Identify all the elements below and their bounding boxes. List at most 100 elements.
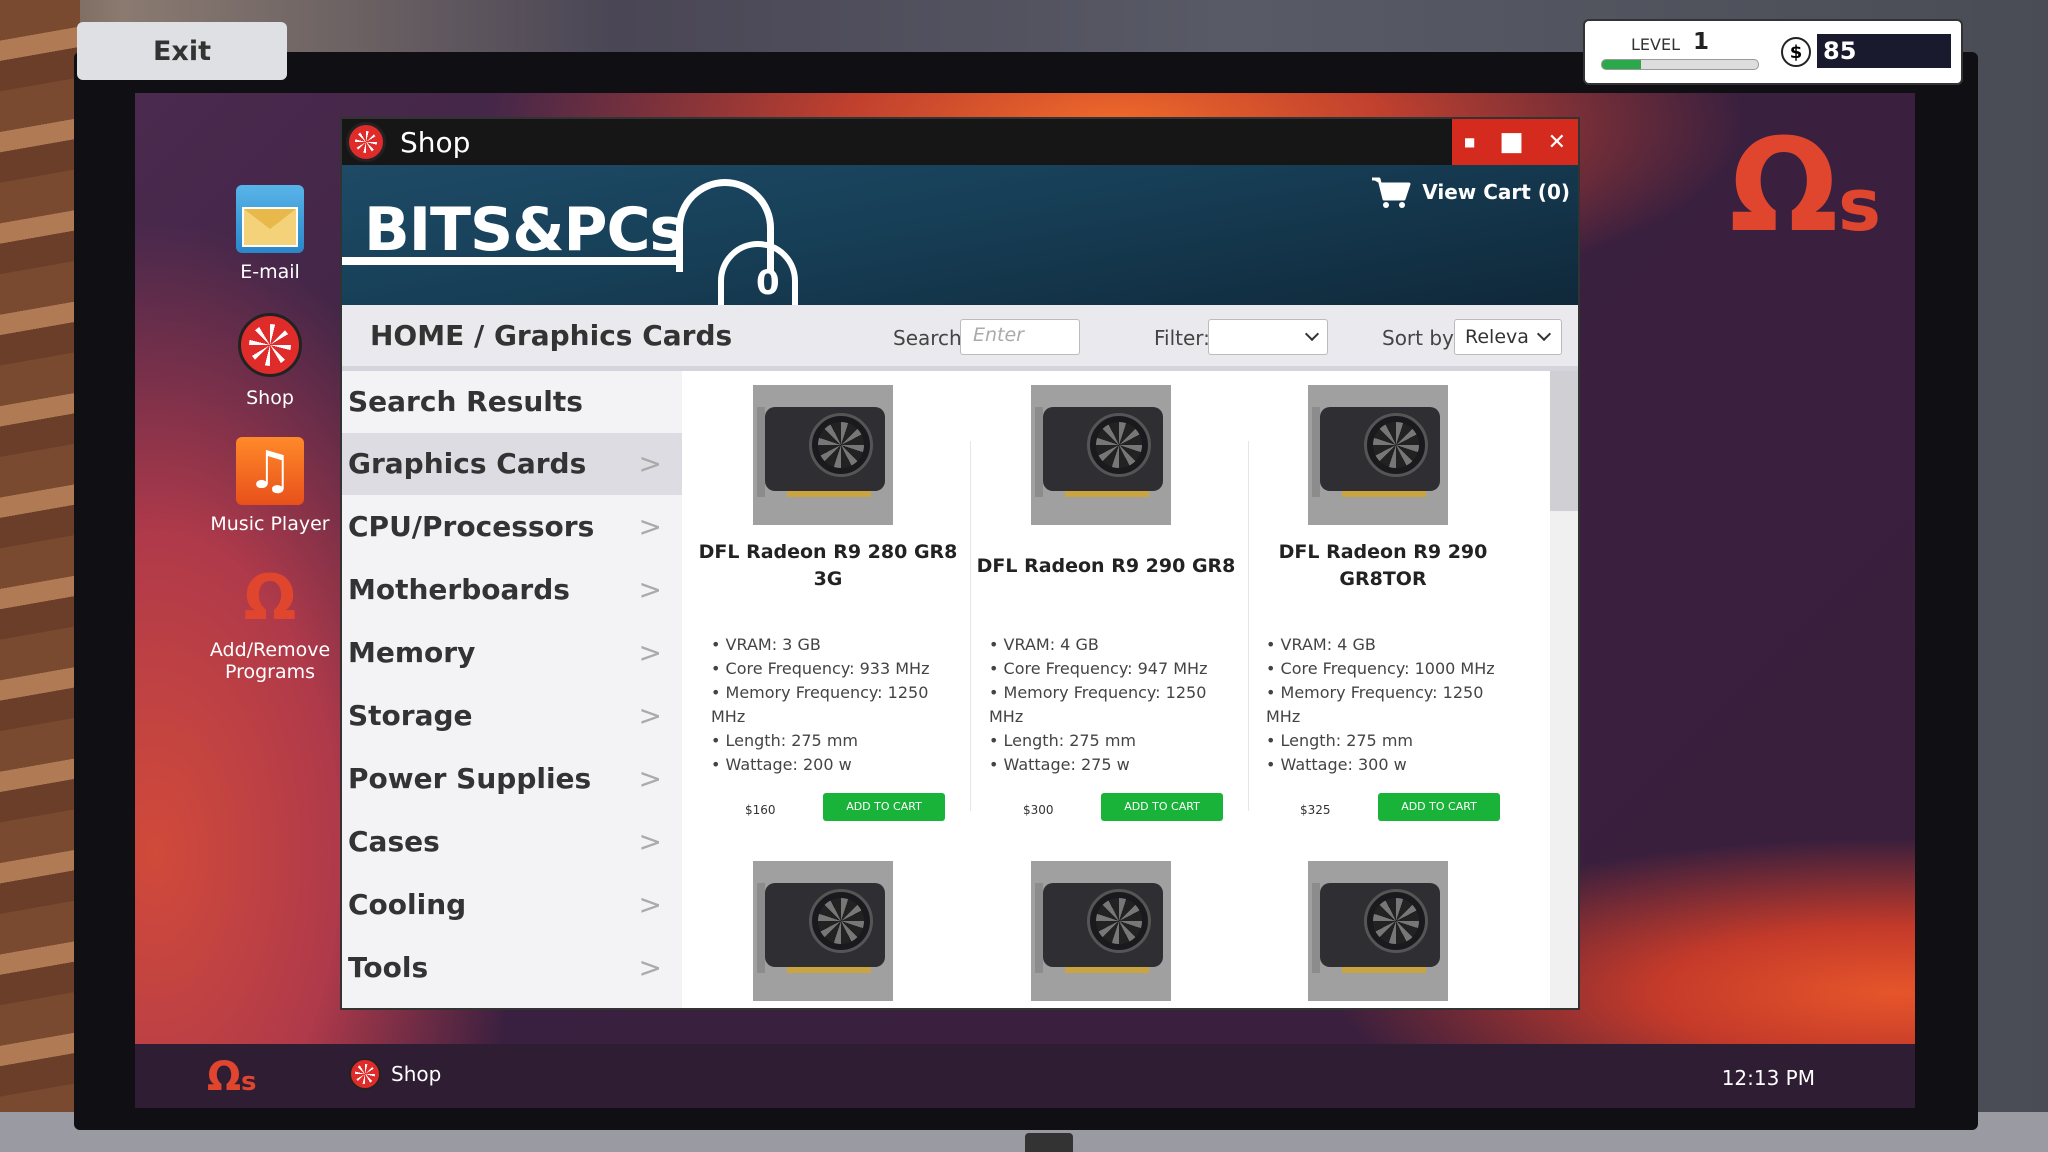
search-input[interactable]: Enter bbox=[960, 319, 1080, 355]
filter-dropdown[interactable] bbox=[1208, 319, 1328, 355]
product-card: DFL Radeon R9 280 GR8 3G VRAM: 3 GB Core… bbox=[697, 371, 971, 831]
chevron-right-icon: > bbox=[638, 636, 662, 669]
view-cart-button[interactable]: View Cart (0) bbox=[1370, 175, 1570, 209]
sidebar-item-label: Graphics Cards bbox=[348, 447, 587, 480]
sidebar-item-graphics-cards[interactable]: Graphics Cards > bbox=[342, 433, 682, 495]
omega-icon: Ω bbox=[243, 560, 297, 634]
spec-item: Memory Frequency: 1250 MHz bbox=[989, 681, 1237, 729]
exit-button[interactable]: Exit bbox=[77, 22, 287, 80]
spec-item: VRAM: 3 GB bbox=[711, 633, 959, 657]
maximize-button[interactable]: ■ bbox=[1499, 127, 1524, 157]
chevron-right-icon: > bbox=[638, 699, 662, 732]
sidebar-item-label: Storage bbox=[348, 699, 473, 732]
category-sidebar: Search Results Graphics Cards > CPU/Proce… bbox=[342, 371, 682, 1008]
product-grid: DFL Radeon R9 280 GR8 3G VRAM: 3 GB Core… bbox=[697, 371, 1542, 1008]
spec-item: Length: 275 mm bbox=[711, 729, 959, 753]
add-to-cart-button[interactable]: ADD TO CART bbox=[1101, 793, 1223, 821]
spec-item: Core Frequency: 947 MHz bbox=[989, 657, 1237, 681]
taskbar-app-shop[interactable]: Shop bbox=[349, 1058, 441, 1090]
sidebar-item-tools[interactable]: Tools > bbox=[342, 937, 682, 999]
graphics-card-image[interactable] bbox=[753, 385, 893, 525]
level-label: LEVEL bbox=[1631, 35, 1680, 54]
chevron-right-icon: > bbox=[638, 762, 662, 795]
chevron-right-icon: > bbox=[638, 447, 662, 480]
spec-item: Wattage: 275 w bbox=[989, 753, 1237, 777]
desktop-icon-label: Shop bbox=[246, 387, 294, 409]
sidebar-item-label: Memory bbox=[348, 636, 476, 669]
chevron-right-icon: > bbox=[638, 825, 662, 858]
sidebar-item-label: Tools bbox=[348, 951, 429, 984]
desktop-icon-add-remove-programs[interactable]: Ω Add/Remove Programs bbox=[190, 560, 350, 684]
sidebar-item-label: Cooling bbox=[348, 888, 467, 921]
desktop-icon-label: Music Player bbox=[210, 513, 330, 535]
desktop-icon-email[interactable]: E-mail bbox=[190, 185, 350, 283]
sidebar-item-motherboards[interactable]: Motherboards > bbox=[342, 559, 682, 621]
add-to-cart-button[interactable]: ADD TO CART bbox=[823, 793, 945, 821]
desktop-icon-label: E-mail bbox=[240, 261, 300, 283]
fan-icon bbox=[236, 311, 304, 379]
product-name: DFL Radeon R9 290 GR8TOR bbox=[1278, 541, 1488, 590]
xp-progress-bar bbox=[1601, 59, 1759, 70]
player-status-panel: LEVEL 1 $ 85 bbox=[1583, 19, 1963, 85]
graphics-card-image[interactable] bbox=[1308, 861, 1448, 1001]
product-price: $325 bbox=[1300, 803, 1331, 817]
fan-icon bbox=[346, 122, 386, 162]
product-card bbox=[697, 861, 959, 1008]
cart-count-badge: 0 bbox=[756, 263, 780, 303]
product-card bbox=[975, 861, 1237, 1008]
os-logo-s: s bbox=[1838, 163, 1881, 247]
spec-item: Memory Frequency: 1250 MHz bbox=[1266, 681, 1514, 729]
os-logo-omega: Ω bbox=[207, 1054, 242, 1100]
music-note-icon: ♫ bbox=[236, 437, 304, 505]
minimize-button[interactable]: ■ bbox=[1464, 135, 1475, 149]
os-logo: Ωs bbox=[1729, 123, 1881, 251]
product-scrollbar[interactable] bbox=[1550, 371, 1578, 1008]
shop-toolbar: HOME / Graphics Cards Search: Enter Filt… bbox=[342, 305, 1578, 371]
sidebar-item-search-results[interactable]: Search Results bbox=[342, 371, 682, 433]
window-title-bar[interactable]: Shop ■ ■ ✕ bbox=[342, 119, 1578, 165]
graphics-card-image[interactable] bbox=[1031, 861, 1171, 1001]
sidebar-item-label: Motherboards bbox=[348, 573, 570, 606]
taskbar-clock: 12:13 PM bbox=[1721, 1066, 1815, 1090]
start-button[interactable]: Ωs bbox=[207, 1054, 257, 1100]
chevron-right-icon: > bbox=[638, 510, 662, 543]
chevron-right-icon: > bbox=[638, 951, 662, 984]
wooden-shelf bbox=[0, 0, 80, 1152]
spec-item: Length: 275 mm bbox=[989, 729, 1237, 753]
spec-item: VRAM: 4 GB bbox=[1266, 633, 1514, 657]
card-divider bbox=[970, 441, 971, 811]
sidebar-item-cooling[interactable]: Cooling > bbox=[342, 874, 682, 936]
add-to-cart-button[interactable]: ADD TO CART bbox=[1378, 793, 1500, 821]
taskbar-app-label: Shop bbox=[391, 1062, 442, 1086]
graphics-card-image[interactable] bbox=[1308, 385, 1448, 525]
sidebar-item-power-supplies[interactable]: Power Supplies > bbox=[342, 748, 682, 810]
graphics-card-image[interactable] bbox=[753, 861, 893, 1001]
fan-icon bbox=[349, 1058, 381, 1090]
sidebar-item-storage[interactable]: Storage > bbox=[342, 685, 682, 747]
scrollbar-thumb[interactable] bbox=[1550, 371, 1578, 511]
desktop-icon-shop[interactable]: Shop bbox=[190, 311, 350, 409]
product-card: DFL Radeon R9 290 GR8TOR VRAM: 4 GB Core… bbox=[1252, 371, 1514, 831]
sidebar-item-cases[interactable]: Cases > bbox=[342, 811, 682, 873]
desktop-icon-music-player[interactable]: ♫ Music Player bbox=[190, 437, 350, 535]
product-name: DFL Radeon R9 280 GR8 3G bbox=[698, 541, 958, 590]
xp-progress-fill bbox=[1602, 60, 1641, 69]
graphics-card-image[interactable] bbox=[1031, 385, 1171, 525]
sidebar-item-label: Search Results bbox=[348, 385, 583, 418]
close-button[interactable]: ✕ bbox=[1548, 130, 1566, 155]
level-value: 1 bbox=[1693, 29, 1710, 55]
chevron-down-icon bbox=[1536, 326, 1552, 342]
product-specs: VRAM: 3 GB Core Frequency: 933 MHz Memor… bbox=[711, 633, 959, 777]
spec-item: Core Frequency: 933 MHz bbox=[711, 657, 959, 681]
cart-icon bbox=[1372, 177, 1411, 208]
chevron-down-icon bbox=[1304, 326, 1320, 342]
product-price: $300 bbox=[1023, 803, 1054, 817]
filter-label: Filter: bbox=[1154, 326, 1210, 350]
sort-dropdown[interactable]: Releva bbox=[1454, 319, 1562, 355]
sidebar-item-memory[interactable]: Memory > bbox=[342, 622, 682, 684]
sidebar-item-cpu-processors[interactable]: CPU/Processors > bbox=[342, 496, 682, 558]
spec-item: Core Frequency: 1000 MHz bbox=[1266, 657, 1514, 681]
sidebar-item-label: Power Supplies bbox=[348, 762, 592, 795]
shop-logo: BITS&PCs bbox=[364, 195, 685, 265]
product-specs: VRAM: 4 GB Core Frequency: 1000 MHz Memo… bbox=[1266, 633, 1514, 777]
